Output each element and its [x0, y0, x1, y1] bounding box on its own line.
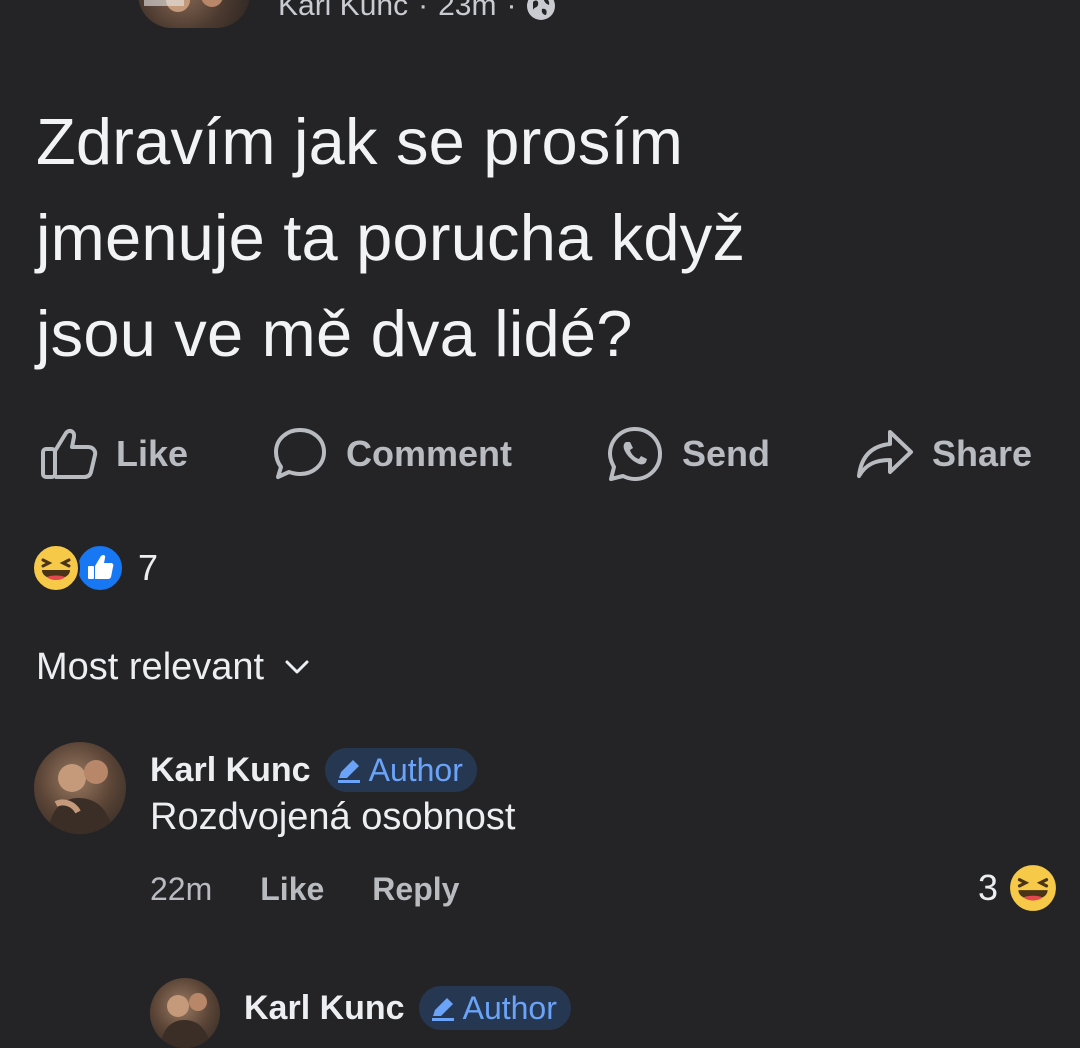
- haha-emoji-icon: [1008, 863, 1058, 913]
- pencil-icon: [337, 760, 360, 783]
- sort-label: Most relevant: [36, 645, 265, 688]
- back-arrow-icon[interactable]: [52, 0, 96, 16]
- post-meta: Karl Kunc · 23m ·: [278, 0, 556, 26]
- like-reaction-icon: [76, 544, 124, 592]
- comment-header: Karl Kunc Author: [150, 744, 477, 796]
- author-badge: Author: [418, 986, 571, 1030]
- share-label: Share: [932, 433, 1033, 474]
- chevron-down-icon: [285, 660, 309, 674]
- comment-time: 22m: [150, 870, 213, 907]
- post-author[interactable]: Karl Kunc: [278, 0, 408, 23]
- author-badge: Author: [324, 748, 477, 792]
- comment-label: Comment: [346, 433, 513, 474]
- meta-separator: ·: [506, 0, 517, 22]
- post-text-line: jmenuje ta porucha když: [36, 201, 746, 274]
- comment-avatar[interactable]: [34, 742, 126, 834]
- like-label: Like: [116, 433, 189, 474]
- thumbs-up-icon: [41, 428, 98, 479]
- comment-button[interactable]: Comment: [272, 424, 512, 484]
- comment-reaction-count: 3: [977, 867, 998, 908]
- reaction-count: 7: [138, 547, 159, 588]
- author-badge-label: Author: [368, 751, 463, 788]
- reply-author[interactable]: Karl Kunc: [244, 989, 405, 1028]
- comment-reply-button[interactable]: Reply: [372, 871, 459, 908]
- comment-author[interactable]: Karl Kunc: [150, 751, 311, 790]
- author-badge-label: Author: [462, 989, 557, 1026]
- globe-icon: [527, 0, 556, 20]
- share-arrow-icon: [857, 430, 913, 478]
- post-time[interactable]: 23m: [438, 0, 496, 23]
- comment-meta: 22m Like Reply: [150, 864, 459, 914]
- comment-sort-dropdown[interactable]: Most relevant: [36, 642, 310, 692]
- reply-avatar[interactable]: [150, 978, 220, 1048]
- whatsapp-icon: [608, 427, 662, 481]
- like-button[interactable]: Like: [40, 424, 188, 484]
- header-avatar[interactable]: [138, 0, 250, 28]
- share-button[interactable]: Share: [856, 424, 1032, 484]
- reply-header: Karl Kunc Author: [244, 982, 571, 1034]
- comment-like-button[interactable]: Like: [260, 871, 324, 908]
- meta-separator: ·: [418, 0, 429, 22]
- comment-bubble-icon: [274, 428, 326, 479]
- post-text: Zdravím jak se prosím jmenuje ta porucha…: [36, 94, 1036, 382]
- send-label: Send: [682, 433, 771, 474]
- send-button[interactable]: Send: [606, 424, 770, 484]
- pencil-icon: [431, 998, 454, 1021]
- haha-emoji-icon: [32, 544, 80, 592]
- post-text-line: Zdravím jak se prosím: [36, 105, 684, 178]
- reactions-summary[interactable]: 7: [32, 540, 158, 596]
- comment-reactions[interactable]: 3: [978, 862, 1058, 914]
- post-text-line: jsou ve mě dva lidé?: [36, 297, 633, 370]
- comment-text: Rozdvojená osobnost: [150, 796, 516, 838]
